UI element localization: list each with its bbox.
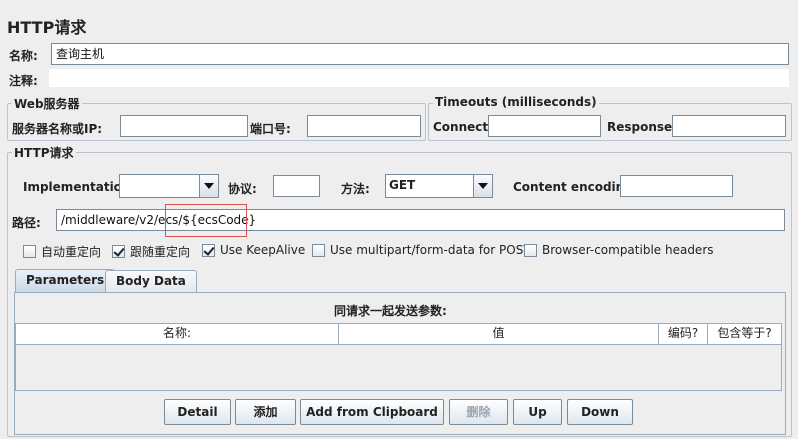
column-header-include-equals[interactable]: 包含等于? [708, 324, 781, 344]
protocol-label: 协议: [228, 182, 257, 196]
down-button[interactable]: Down [567, 399, 633, 425]
table-header-divider [16, 344, 781, 345]
connect-input[interactable] [488, 115, 601, 137]
detail-button[interactable]: Detail [164, 399, 231, 425]
params-table[interactable]: 名称: 值 编码? 包含等于? [15, 323, 782, 391]
checkbox-icon [312, 243, 325, 257]
name-input[interactable]: 查询主机 [51, 43, 789, 65]
checkbox-checked-icon [202, 243, 215, 257]
option-auto-redirect[interactable]: 自动重定向 [23, 243, 101, 260]
option-keepalive[interactable]: Use KeepAlive [202, 243, 305, 257]
encoding-label: Content encoding: [513, 180, 638, 194]
option-label: Use KeepAlive [220, 243, 306, 257]
protocol-input[interactable] [273, 175, 320, 197]
checkbox-icon [524, 243, 537, 257]
port-label: 端口号: [250, 122, 291, 136]
name-label: 名称: [9, 49, 38, 63]
page-title: HTTP请求 [7, 18, 87, 37]
option-label: Use multipart/form-data for POST [330, 243, 531, 257]
method-label: 方法: [341, 182, 370, 196]
comment-input[interactable] [48, 68, 790, 88]
checkbox-checked-icon [112, 245, 125, 258]
add-from-clipboard-button[interactable]: Add from Clipboard [300, 399, 444, 425]
http-request-title: HTTP请求 [12, 144, 76, 161]
column-header-encode[interactable]: 编码? [659, 324, 708, 344]
tab-body-data[interactable]: Body Data [105, 270, 197, 293]
option-follow-redirect[interactable]: 跟随重定向 [112, 243, 190, 260]
server-label: 服务器名称或IP: [12, 122, 103, 136]
add-button[interactable]: 添加 [235, 399, 296, 425]
implementation-select[interactable] [119, 174, 219, 198]
up-button[interactable]: Up [513, 399, 562, 425]
method-select[interactable]: GET [385, 174, 493, 198]
column-header-value[interactable]: 值 [339, 324, 659, 344]
checkbox-icon [23, 245, 36, 258]
response-input[interactable] [672, 115, 786, 137]
web-server-title: Web服务器 [12, 95, 82, 112]
option-label: 自动重定向 [41, 245, 102, 259]
chevron-down-icon[interactable] [199, 175, 218, 197]
column-header-name[interactable]: 名称: [16, 324, 339, 344]
option-label: 跟随重定向 [130, 245, 191, 259]
path-highlight-box [165, 204, 247, 237]
method-value: GET [389, 178, 416, 192]
comment-label: 注释: [9, 74, 38, 88]
server-input[interactable] [120, 115, 248, 137]
delete-button[interactable]: 删除 [449, 399, 508, 425]
encoding-input[interactable] [620, 175, 733, 197]
timeouts-title: Timeouts (milliseconds) [433, 95, 599, 109]
port-input[interactable] [307, 115, 421, 137]
option-browser-headers[interactable]: Browser-compatible headers [524, 243, 714, 257]
connect-label: Connect: [433, 120, 493, 134]
path-label: 路径: [12, 216, 41, 230]
chevron-down-icon[interactable] [473, 175, 492, 197]
option-multipart[interactable]: Use multipart/form-data for POST [312, 243, 531, 257]
response-label: Response: [607, 120, 677, 134]
option-label: Browser-compatible headers [542, 243, 714, 257]
tab-parameters[interactable]: Parameters [15, 269, 116, 293]
params-caption: 同请求一起发送参数: [334, 304, 447, 318]
